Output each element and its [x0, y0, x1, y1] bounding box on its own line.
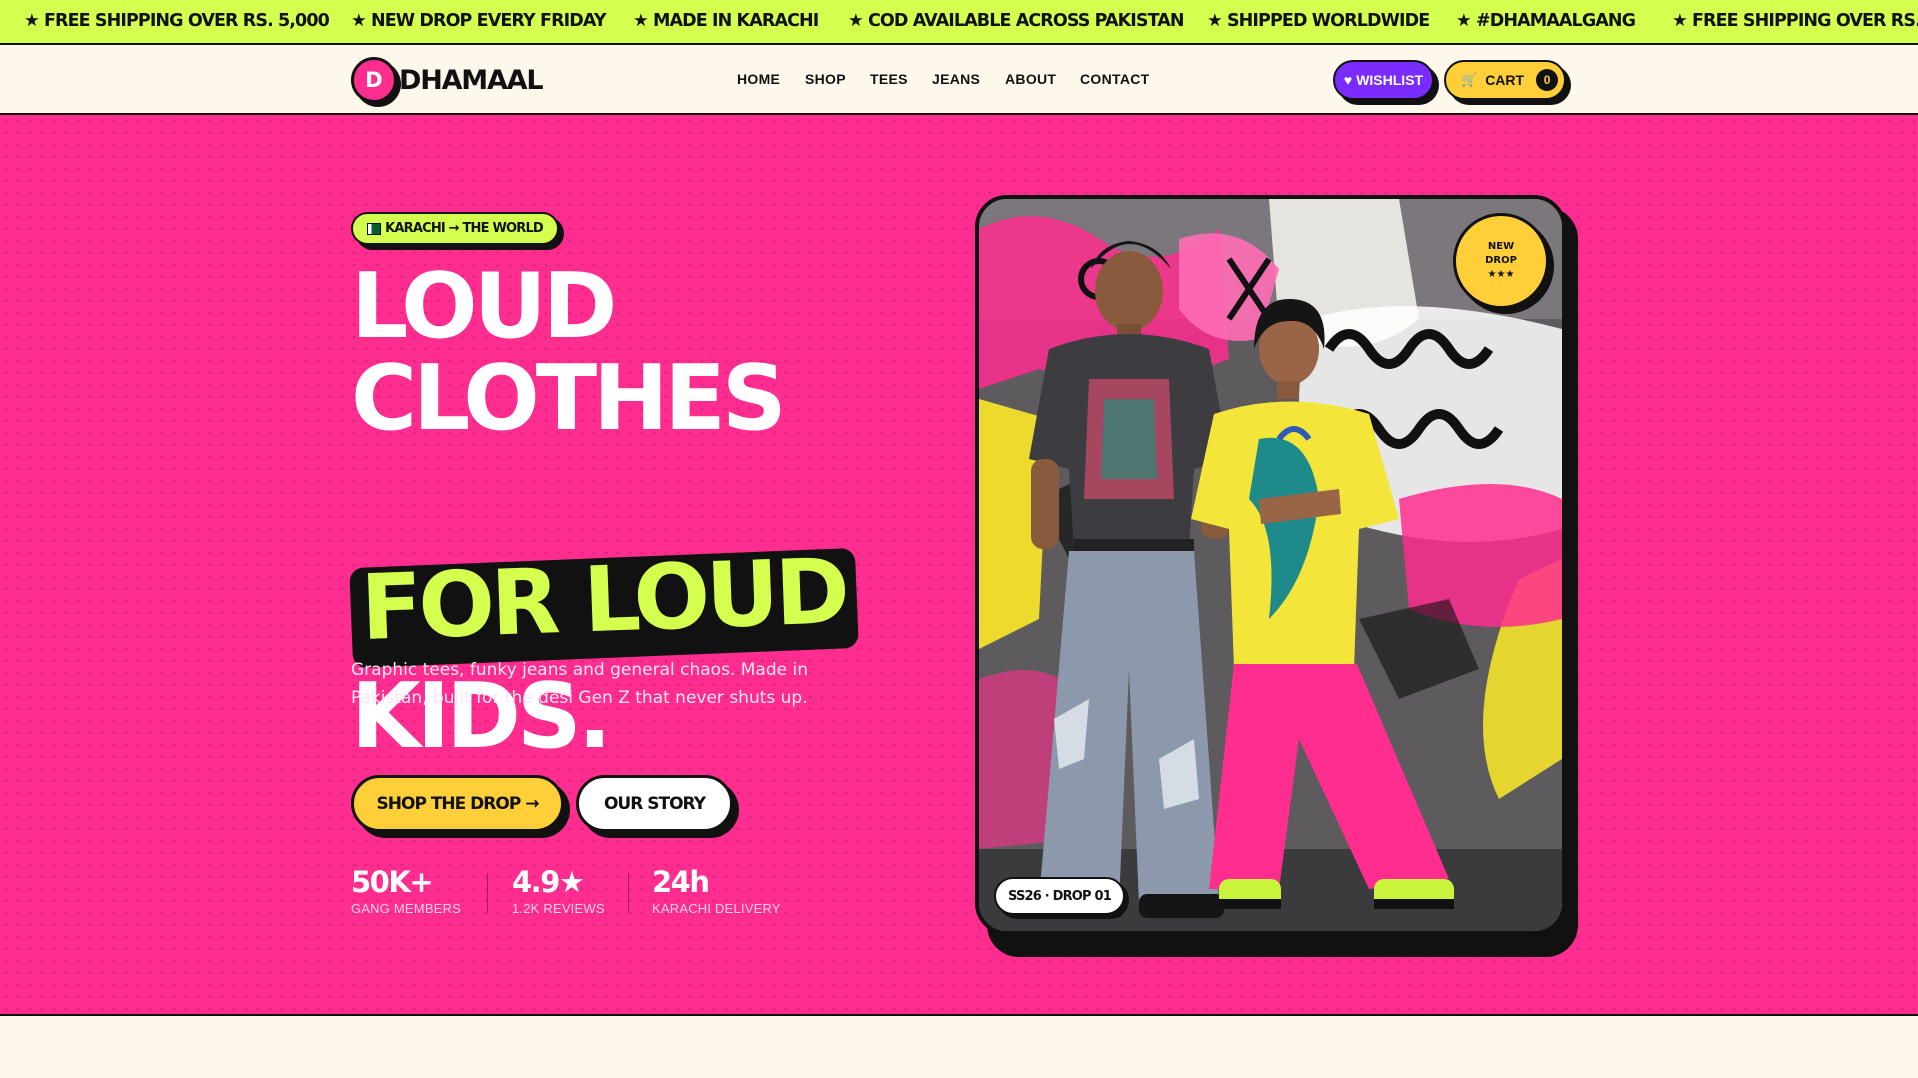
- stat-label: KARACHI DELIVERY: [652, 901, 781, 916]
- stat-value: 24h: [652, 865, 710, 899]
- shop-the-drop-button[interactable]: SHOP THE DROP →: [351, 775, 564, 832]
- pakistan-flag-icon: [367, 222, 382, 235]
- origin-tag-text: KARACHI → THE WORLD: [385, 221, 544, 236]
- nav-link-home[interactable]: HOME: [737, 45, 780, 113]
- cart-button[interactable]: 🛒 CART 0: [1444, 60, 1566, 100]
- stat-label: GANG MEMBERS: [351, 901, 462, 916]
- nav-link-jeans[interactable]: JEANS: [932, 45, 980, 113]
- heart-icon: ♥: [1343, 72, 1353, 88]
- marquee-item: ★ MADE IN KARACHI: [633, 11, 819, 31]
- stat-divider: [628, 873, 629, 913]
- stat-divider: [487, 873, 488, 913]
- headline-line-1: LOUD: [351, 254, 617, 359]
- hero-section: KARACHI → THE WORLD LOUD CLOTHES FOR LOU…: [0, 115, 1918, 1016]
- stat-value: 4.9★: [512, 865, 585, 899]
- marquee-item: ★ SHIPPED WORLDWIDE: [1207, 11, 1430, 31]
- stat-delivery: 24h KARACHI DELIVERY: [652, 867, 781, 916]
- marquee-track: ★ FREE SHIPPING OVER RS. 5,000 ★ NEW DRO…: [0, 0, 1918, 43]
- drop-label-text: SS26 · DROP 01: [1007, 888, 1112, 904]
- marquee-item: ★ #DHAMAALGANG: [1456, 11, 1636, 31]
- wishlist-label: WISHLIST: [1356, 72, 1424, 88]
- marquee-item: ★ FREE SHIPPING OVER RS. 5,000: [1672, 11, 1918, 31]
- nav-link-tees[interactable]: TEES: [870, 45, 908, 113]
- cart-icon: 🛒: [1461, 72, 1478, 87]
- stat-label: 1.2K REVIEWS: [512, 901, 605, 916]
- new-drop-badge: NEW DROP ★★★: [1453, 213, 1549, 309]
- origin-tag: KARACHI → THE WORLD: [351, 212, 559, 245]
- logo-letter: D: [365, 68, 383, 92]
- marquee-item: ★ NEW DROP EVERY FRIDAY: [351, 11, 607, 31]
- stat-value: 50K+: [351, 865, 434, 899]
- headline-line-2: CLOTHES: [351, 346, 787, 451]
- announcement-marquee: ★ FREE SHIPPING OVER RS. 5,000 ★ NEW DRO…: [0, 0, 1918, 45]
- our-story-button[interactable]: OUR STORY: [576, 775, 733, 832]
- stat-reviews: 4.9★ 1.2K REVIEWS: [512, 867, 605, 916]
- logo[interactable]: D DHAMAAL: [351, 56, 544, 104]
- badge-line: NEW: [1487, 241, 1515, 252]
- logo-badge: D: [351, 57, 397, 103]
- nav-link-about[interactable]: ABOUT: [1005, 45, 1056, 113]
- headline-line-3: FOR LOUD: [359, 539, 848, 661]
- nav-link-shop[interactable]: SHOP: [805, 45, 846, 113]
- badge-line: DROP: [1485, 255, 1517, 266]
- marquee-item: ★ COD AVAILABLE ACROSS PAKISTAN: [848, 11, 1185, 31]
- wishlist-button[interactable]: ♥ WISHLIST: [1333, 60, 1434, 100]
- cart-label: CART: [1485, 72, 1525, 88]
- drop-label-tag: SS26 · DROP 01: [994, 877, 1125, 915]
- hero-image: [975, 195, 1566, 935]
- cart-count-badge: 0: [1536, 69, 1559, 91]
- hero-description: Graphic tees, funky jeans and general ch…: [351, 660, 808, 708]
- nav-link-contact[interactable]: CONTACT: [1080, 45, 1150, 113]
- graffiti-model-photo: [979, 199, 1562, 931]
- stat-members: 50K+ GANG MEMBERS: [351, 867, 461, 916]
- marquee-item: ★ FREE SHIPPING OVER RS. 5,000: [24, 11, 330, 31]
- badge-stars: ★★★: [1487, 269, 1515, 280]
- site-header: D DHAMAAL HOME SHOP TEES JEANS ABOUT CON…: [0, 45, 1918, 115]
- logo-text: DHAMAAL: [399, 64, 544, 96]
